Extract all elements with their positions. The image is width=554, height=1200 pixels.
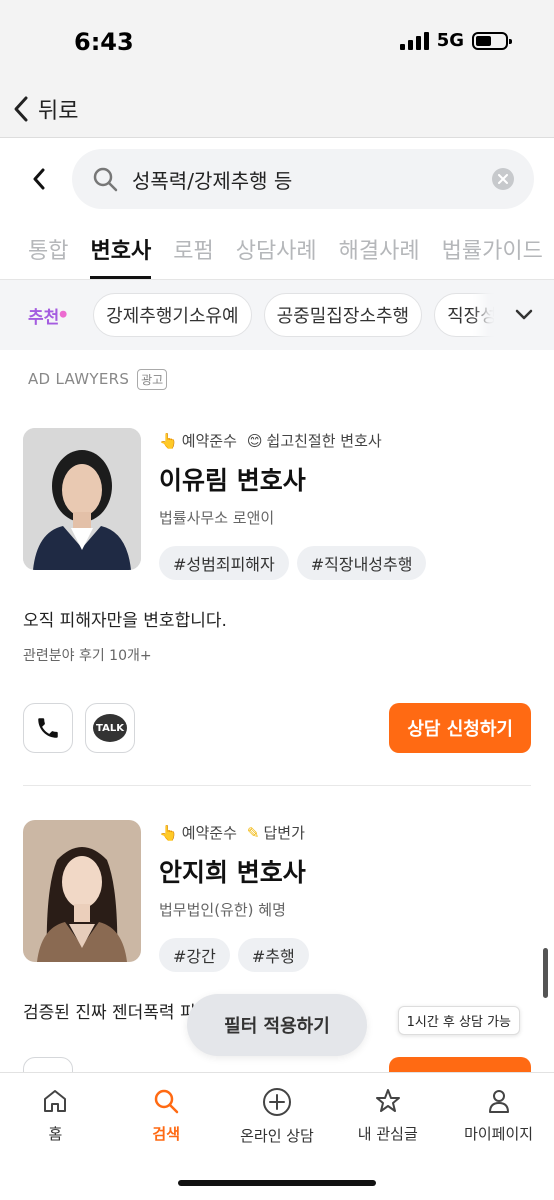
network-type: 5G (436, 30, 464, 51)
lawyer-name[interactable]: 안지희 변호사 (159, 853, 531, 889)
lawyer-tag[interactable]: #직장내성추행 (296, 546, 427, 580)
browser-back-button[interactable]: 뒤로 (12, 93, 78, 125)
tab-lawyer[interactable]: 변호사 (90, 233, 152, 279)
lawyer-tag[interactable]: #추행 (237, 938, 309, 972)
lawyer-firm: 법무법인(유한) 혜명 (159, 901, 286, 919)
filter-chips-row: 추천● 강제추행기소유예 공중밀집장소추행 직장성추행 (0, 280, 554, 350)
badge-reservation: 👆 예약준수 (159, 431, 237, 451)
search-row: 성폭력/강제추행 등 (0, 138, 554, 220)
nav-mypage[interactable]: 마이페이지 (443, 1087, 554, 1200)
chevron-left-icon (33, 168, 45, 190)
tab-integrated[interactable]: 통합 (28, 233, 68, 279)
nav-home-label: 홈 (48, 1125, 63, 1143)
phone-icon (38, 718, 58, 738)
badge-friendly: 😊 쉽고친절한 변호사 (246, 431, 382, 451)
badge-reservation: 👆 예약준수 (159, 823, 237, 843)
ad-label: AD LAWYERS (28, 370, 130, 388)
nav-online-consult-label: 온라인 상담 (240, 1127, 314, 1145)
pointing-hand-icon: 👆 (159, 823, 178, 842)
home-icon (44, 1090, 67, 1112)
apply-filter-button[interactable]: 필터 적용하기 (187, 994, 367, 1056)
home-indicator (178, 1180, 376, 1186)
search-icon (93, 167, 118, 192)
browser-back-label: 뒤로 (38, 98, 79, 124)
nav-mypage-label: 마이페이지 (464, 1125, 534, 1143)
badge-answerer: ✎ 답변가 (246, 823, 305, 843)
talk-icon: TALK (93, 714, 127, 742)
lawyer-tag[interactable]: #성범죄피해자 (159, 546, 289, 580)
lawyer-reviews[interactable]: 관련분야 후기 10개+ (23, 645, 531, 665)
tab-legal-guide[interactable]: 법률가이드 (442, 233, 543, 279)
scrollbar[interactable] (543, 948, 548, 998)
lawyer-photo (23, 820, 141, 962)
chevron-down-icon (515, 309, 533, 320)
lawyer-card[interactable]: 👆 예약준수 ✎ 답변가 안지희 변호사 법무법인(유한) 혜명 #강간 #추행 검… (0, 820, 554, 1107)
clear-icon[interactable] (492, 168, 514, 190)
call-button[interactable] (23, 703, 73, 753)
search-input[interactable]: 성폭력/강제추행 등 (132, 165, 478, 194)
pointing-hand-icon: 👆 (159, 431, 178, 450)
expand-filters-button[interactable] (494, 280, 554, 350)
nav-home[interactable]: 홈 (0, 1087, 111, 1200)
lawyer-firm: 법률사무소 로앤이 (159, 509, 275, 527)
chevron-left-icon (14, 96, 28, 121)
search-box[interactable]: 성폭력/강제추행 등 (72, 149, 534, 209)
plus-circle-icon (262, 1088, 291, 1116)
filter-chip[interactable]: 강제추행기소유예 (93, 293, 252, 337)
smile-icon: 😊 (246, 431, 263, 450)
lawyer-tag[interactable]: #강간 (159, 938, 230, 972)
signal-icon (399, 31, 429, 50)
ad-badge: 광고 (137, 368, 168, 390)
tab-law-firm[interactable]: 로펌 (173, 233, 213, 279)
browser-bar: 뒤로 (0, 80, 554, 138)
status-indicators: 5G (399, 30, 512, 51)
card-divider (23, 785, 531, 786)
star-icon (375, 1089, 400, 1112)
consult-request-button[interactable]: 상담 신청하기 (389, 703, 531, 753)
nav-search-label: 검색 (152, 1125, 180, 1143)
search-icon (154, 1089, 179, 1114)
availability-tooltip: 1시간 후 상담 가능 (397, 1006, 520, 1035)
pencil-icon: ✎ (246, 823, 260, 842)
kakao-talk-button[interactable]: TALK (85, 703, 135, 753)
battery-icon (472, 31, 512, 50)
category-tabs: 통합 변호사 로펌 상담사례 해결사례 법률가이드 (0, 220, 554, 280)
lawyer-card[interactable]: 👆 예약준수 😊 쉽고친절한 변호사 이유림 변호사 법률사무소 로앤이 #성범죄피… (0, 428, 554, 786)
recommended-label: 추천● (28, 307, 68, 328)
lawyer-photo (23, 428, 141, 570)
person-icon (488, 1090, 509, 1113)
lawyer-name[interactable]: 이유림 변호사 (159, 461, 531, 497)
filter-chip[interactable]: 공중밀집장소추행 (263, 293, 423, 337)
status-bar: 6:43 5G (0, 0, 554, 80)
status-time: 6:43 (74, 28, 134, 56)
tab-resolved-cases[interactable]: 해결사례 (339, 233, 420, 279)
lawyer-description: 오직 피해자만을 변호합니다. (23, 611, 227, 631)
search-back-button[interactable] (24, 164, 54, 194)
tab-consult-cases[interactable]: 상담사례 (236, 233, 317, 279)
nav-interests-label: 내 관심글 (357, 1125, 418, 1143)
ad-header: AD LAWYERS 광고 (0, 350, 554, 390)
